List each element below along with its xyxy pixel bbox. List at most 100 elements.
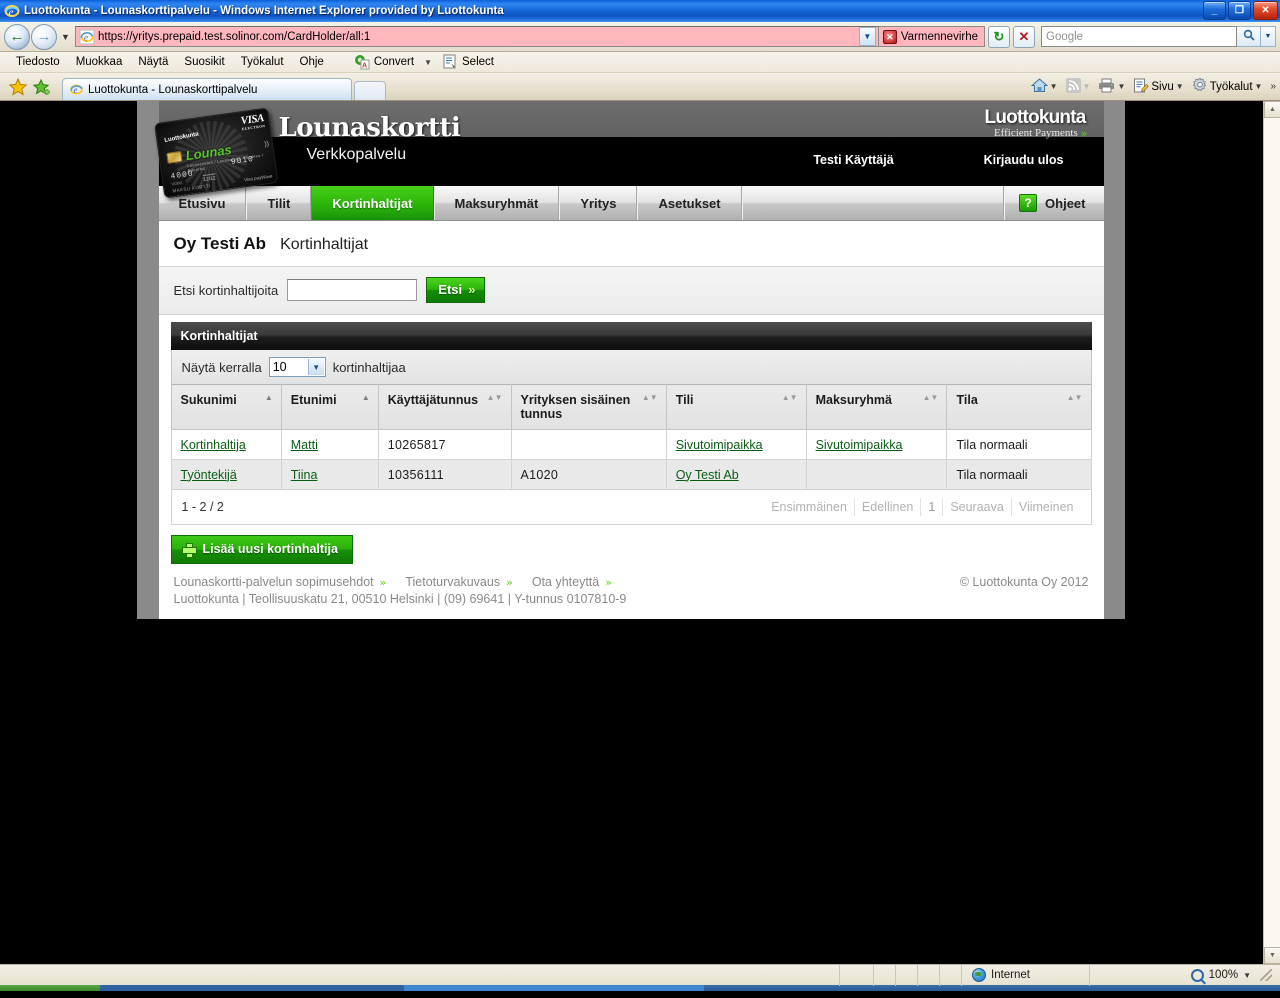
taskbar-item[interactable] [102, 985, 402, 991]
per-page-label-suffix: kortinhaltijaa [332, 359, 406, 375]
feeds-button: ▼ [1063, 77, 1094, 97]
print-chevron-down-icon[interactable]: ▼ [1117, 82, 1125, 91]
nav-tab-ohjeet[interactable]: ? Ohjeet [1004, 186, 1103, 220]
tools-menu-label: Työkalut [1209, 80, 1253, 93]
convert-chevron-down-icon[interactable]: ▼ [418, 58, 438, 67]
zoom-chevron-down-icon[interactable]: ▼ [1243, 971, 1251, 980]
cardholder-firstname-link[interactable]: Tiina [291, 468, 318, 482]
pager-previous[interactable]: Edellinen [853, 498, 920, 516]
nav-tab-ohjeet-label: Ohjeet [1045, 195, 1086, 211]
column-header-etunimi[interactable]: Etunimi ▲ [280, 384, 379, 430]
tools-chevron-down-icon[interactable]: ▼ [1255, 82, 1263, 91]
print-button[interactable]: ▼ [1095, 77, 1128, 97]
page-chevron-down-icon[interactable]: ▼ [1176, 82, 1184, 91]
account-link[interactable]: Oy Testi Ab [676, 468, 739, 482]
window-titlebar: e Luottokunta - Lounaskorttipalvelu - Wi… [0, 0, 1280, 22]
page-menu-button[interactable]: Sivu ▼ [1130, 77, 1186, 97]
scrollbar-track[interactable] [1264, 118, 1280, 947]
recent-pages-chevron-down-icon[interactable]: ▼ [59, 32, 72, 42]
column-header-maksuryhma[interactable]: Maksuryhmä ▲▼ [805, 384, 948, 430]
company-name: Oy Testi Ab [173, 234, 267, 253]
footer-address: Luottokunta | Teollisuuskatu 21, 00510 H… [173, 592, 627, 606]
cardholder-lastname-link[interactable]: Kortinhaltija [181, 438, 246, 452]
pager-next[interactable]: Seuraava [942, 498, 1011, 516]
stop-icon: ✕ [1018, 28, 1030, 44]
home-chevron-down-icon[interactable]: ▼ [1050, 82, 1058, 91]
nav-tab-asetukset[interactable]: Asetukset [637, 186, 742, 220]
new-tab-button[interactable] [354, 81, 386, 100]
taskbar-item-active[interactable] [404, 985, 704, 991]
search-input[interactable] [287, 279, 418, 301]
command-bar-overflow-icon[interactable]: » [1267, 81, 1276, 92]
browser-search-input[interactable]: Google [1041, 26, 1237, 47]
column-header-tili[interactable]: Tili ▲▼ [665, 384, 807, 430]
browser-search-button[interactable] [1237, 26, 1261, 47]
maximize-icon: ❐ [1235, 4, 1244, 16]
resize-grip-icon[interactable] [1260, 969, 1272, 981]
certificate-error-badge[interactable]: ✕ Varmennevirhe [878, 26, 985, 47]
minimize-button[interactable]: _ [1203, 1, 1226, 20]
cell-tila: Tila normaali [946, 429, 1092, 460]
convert-button-label[interactable]: Convert [374, 56, 414, 68]
close-button[interactable]: ✕ [1253, 1, 1278, 20]
tools-menu-button[interactable]: Työkalut ▼ [1189, 76, 1266, 97]
menu-item-ohje[interactable]: Ohje [292, 56, 332, 68]
per-page-select[interactable]: 10 ▼ [268, 357, 326, 377]
pager-last[interactable]: Viimeinen [1010, 498, 1081, 516]
vertical-scrollbar[interactable]: ▲ ▼ [1263, 101, 1280, 964]
forward-button[interactable]: → [31, 23, 57, 50]
svg-text:e: e [84, 32, 88, 42]
address-history-chevron-down-icon[interactable]: ▼ [858, 27, 876, 46]
column-header-sukunimi[interactable]: Sukunimi ▲ [170, 384, 282, 430]
account-link[interactable]: Sivutoimipaikka [676, 438, 763, 452]
menu-item-muokkaa[interactable]: Muokkaa [68, 56, 131, 68]
menu-item-tyokalut[interactable]: Työkalut [233, 56, 292, 68]
column-header-yrityksen-sisainen-tunnus[interactable]: Yrityksen sisäinen tunnus ▲▼ [510, 384, 667, 430]
cardholder-firstname-link[interactable]: Matti [291, 438, 318, 452]
per-page-label-prefix: Näytä kerralla [181, 359, 262, 375]
menu-item-nayta[interactable]: Näytä [130, 56, 176, 68]
address-bar[interactable]: e https://yritys.prepaid.test.solinor.co… [75, 26, 879, 47]
favorites-center-icon[interactable] [8, 77, 28, 97]
svg-text:e: e [74, 85, 78, 95]
nav-tab-tilit[interactable]: Tilit [246, 186, 312, 220]
browser-search-provider-chevron-down-icon[interactable]: ▼ [1261, 26, 1276, 47]
select-button-label[interactable]: Select [462, 56, 494, 68]
feeds-chevron-down-icon: ▼ [1082, 82, 1091, 91]
column-header-kayttajatunnus[interactable]: Käyttäjätunnus ▲▼ [377, 384, 512, 430]
menu-item-tiedosto[interactable]: Tiedosto [8, 56, 68, 68]
scroll-down-button[interactable]: ▼ [1264, 947, 1280, 964]
add-to-favorites-icon[interactable] [32, 77, 52, 97]
footer-link-tietoturvakuvaus[interactable]: Tietoturvakuvaus [405, 575, 500, 589]
browser-tab-active[interactable]: e Luottokunta - Lounaskorttipalvelu [62, 78, 352, 100]
security-zone-indicator[interactable]: Internet [962, 964, 1090, 986]
cardholders-table: Sukunimi ▲ Etunimi ▲ Käyttäjätunnus ▲▼ Y… [170, 384, 1092, 490]
home-button[interactable]: ▼ [1028, 77, 1061, 97]
pager-first[interactable]: Ensimmäinen [764, 498, 854, 516]
stop-button[interactable]: ✕ [1013, 25, 1035, 48]
column-label: Sukunimi [180, 393, 237, 407]
browser-navigation-bar: ← → ▼ e https://yritys.prepaid.test.soli… [0, 22, 1280, 52]
nav-tab-kortinhaltijat[interactable]: Kortinhaltijat [311, 186, 434, 220]
scroll-up-button[interactable]: ▲ [1264, 101, 1280, 118]
zoom-control[interactable]: 100% ▼ [1185, 968, 1280, 982]
search-icon [1243, 29, 1255, 44]
maximize-button[interactable]: ❐ [1228, 1, 1251, 20]
cardholder-lastname-link[interactable]: Työntekijä [181, 468, 237, 482]
footer-link-ota-yhteytta[interactable]: Ota yhteyttä [532, 575, 599, 589]
column-header-tila[interactable]: Tila ▲▼ [946, 384, 1092, 430]
add-cardholder-button[interactable]: Lisää uusi kortinhaltija [170, 535, 353, 564]
start-button[interactable] [0, 985, 100, 991]
main-navigation: Etusivu Tilit Kortinhaltijat Maksuryhmät… [158, 186, 1104, 221]
pager-page-1[interactable]: 1 [920, 498, 942, 516]
refresh-button[interactable]: ↻ [988, 25, 1010, 48]
back-button[interactable]: ← [4, 23, 30, 50]
nav-tab-yritys[interactable]: Yritys [559, 186, 638, 220]
add-cardholder-row: Lisää uusi kortinhaltija [158, 525, 1104, 564]
search-button[interactable]: Etsi » [426, 277, 486, 303]
footer-link-sopimusehdot[interactable]: Lounaskortti-palvelun sopimusehdot [174, 575, 374, 589]
menu-item-suosikit[interactable]: Suosikit [176, 56, 232, 68]
logout-link[interactable]: Kirjaudu ulos [944, 153, 1104, 167]
payment-group-link[interactable]: Sivutoimipaikka [816, 438, 903, 452]
nav-tab-maksuryhmat[interactable]: Maksuryhmät [433, 186, 560, 220]
